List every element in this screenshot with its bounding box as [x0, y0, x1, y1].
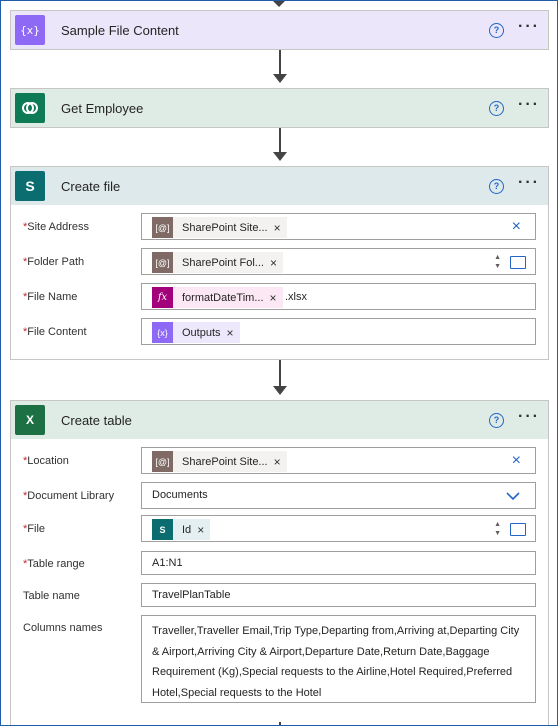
dataverse-icon — [15, 93, 45, 123]
card-get-employee[interactable]: Get Employee ? ··· — [10, 88, 549, 128]
card-title: Sample File Content — [61, 22, 179, 38]
table-name-value: TravelPlanTable — [152, 589, 231, 601]
chevron-down-icon[interactable] — [506, 492, 520, 501]
excel-icon: X — [15, 405, 45, 435]
site-address-input[interactable]: [@] SharePoint Site... × × — [141, 213, 536, 240]
more-options-icon[interactable]: ··· — [518, 97, 540, 113]
dynamic-content-icon: [@] — [152, 252, 173, 273]
file-content-label: File Content — [27, 326, 87, 338]
table-range-row: *Table range — [23, 558, 85, 570]
sharepoint-token[interactable]: S Id × — [152, 519, 211, 540]
document-library-select[interactable]: Documents — [141, 482, 536, 509]
file-extension-text: .xlsx — [285, 291, 307, 303]
remove-token-icon[interactable]: × — [197, 523, 210, 537]
location-label: Location — [27, 455, 69, 467]
remove-token-icon[interactable]: × — [270, 291, 283, 305]
variable-icon: {x} — [15, 15, 45, 45]
clear-icon[interactable]: × — [512, 452, 521, 470]
clear-icon[interactable]: × — [512, 218, 521, 236]
file-input[interactable]: S Id × ▲ ▼ — [141, 515, 536, 542]
folder-icon[interactable] — [510, 523, 526, 536]
dynamic-token[interactable]: [@] SharePoint Site... × — [152, 451, 287, 472]
sharepoint-icon: S — [152, 519, 173, 540]
arrow-head-icon — [273, 74, 287, 83]
more-options-icon[interactable]: ··· — [518, 19, 540, 35]
site-address-label: Site Address — [27, 221, 90, 233]
more-options-icon[interactable]: ··· — [518, 175, 540, 191]
table-range-input[interactable]: A1:N1 — [141, 551, 536, 575]
connector-arrow — [279, 722, 281, 726]
table-range-label: Table range — [27, 558, 85, 570]
location-input[interactable]: [@] SharePoint Site... × × — [141, 447, 536, 474]
remove-token-icon[interactable]: × — [227, 326, 240, 340]
document-library-row: *Document Library — [23, 490, 115, 502]
more-options-icon[interactable]: ··· — [518, 409, 540, 425]
location-row: *Location — [23, 455, 69, 467]
fx-icon: fx — [152, 287, 173, 308]
file-row: *File — [23, 523, 46, 535]
card-create-file[interactable]: S Create file ? ··· *Site Address [@] Sh… — [10, 166, 549, 360]
dynamic-content-icon: [@] — [152, 217, 173, 238]
dynamic-token[interactable]: [@] SharePoint Fol... × — [152, 252, 283, 273]
help-icon[interactable]: ? — [489, 413, 504, 428]
folder-icon[interactable] — [510, 256, 526, 269]
remove-token-icon[interactable]: × — [274, 221, 287, 235]
card-title: Get Employee — [61, 100, 144, 116]
spin-arrows-icon[interactable]: ▲ ▼ — [494, 253, 501, 271]
connector-arrow — [279, 360, 281, 386]
file-name-row: *File Name — [23, 291, 78, 303]
columns-names-label: Columns names — [23, 622, 103, 634]
dynamic-content-icon: [@] — [152, 451, 173, 472]
card-title: Create table — [61, 412, 132, 428]
folder-path-input[interactable]: [@] SharePoint Fol... × ▲ ▼ — [141, 248, 536, 275]
file-content-row: *File Content — [23, 326, 87, 338]
file-name-input[interactable]: fx formatDateTim... × .xlsx — [141, 283, 536, 310]
sharepoint-icon: S — [15, 171, 45, 201]
variable-token[interactable]: {x} Outputs × — [152, 322, 240, 343]
card-title: Create file — [61, 178, 121, 194]
spin-arrows-icon[interactable]: ▲ ▼ — [494, 520, 501, 538]
file-label: File — [27, 523, 46, 535]
card-sample-file-content[interactable]: {x} Sample File Content ? ··· — [10, 10, 549, 50]
connector-arrow — [279, 128, 281, 152]
table-name-label: Table name — [23, 590, 80, 602]
document-library-label: Document Library — [27, 490, 115, 502]
folder-path-label: Folder Path — [27, 256, 85, 268]
table-range-value: A1:N1 — [152, 557, 183, 569]
arrow-head-icon — [273, 152, 287, 161]
variable-icon: {x} — [152, 322, 173, 343]
arrow-head-icon — [273, 386, 287, 395]
remove-token-icon[interactable]: × — [270, 256, 283, 270]
columns-names-textarea[interactable]: Traveller,Traveller Email,Trip Type,Depa… — [141, 615, 536, 703]
card-create-table[interactable]: X Create table ? ··· *Location [@] Share… — [10, 400, 549, 726]
connector-top — [272, 0, 286, 7]
file-name-label: File Name — [27, 291, 78, 303]
site-address-row: *Site Address — [23, 221, 90, 233]
columns-names-value: Traveller,Traveller Email,Trip Type,Depa… — [152, 625, 520, 699]
help-icon[interactable]: ? — [489, 179, 504, 194]
table-name-row: Table name — [23, 588, 141, 602]
folder-path-row: *Folder Path — [23, 256, 85, 268]
table-name-input[interactable]: TravelPlanTable — [141, 583, 536, 607]
connector-arrow — [279, 50, 281, 74]
expression-token[interactable]: fx formatDateTim... × — [152, 287, 283, 308]
help-icon[interactable]: ? — [489, 101, 504, 116]
remove-token-icon[interactable]: × — [274, 455, 287, 469]
columns-names-row: Columns names — [23, 620, 141, 634]
help-icon[interactable]: ? — [489, 23, 504, 38]
document-library-value: Documents — [152, 489, 208, 501]
file-content-input[interactable]: {x} Outputs × — [141, 318, 536, 345]
dynamic-token[interactable]: [@] SharePoint Site... × — [152, 217, 287, 238]
